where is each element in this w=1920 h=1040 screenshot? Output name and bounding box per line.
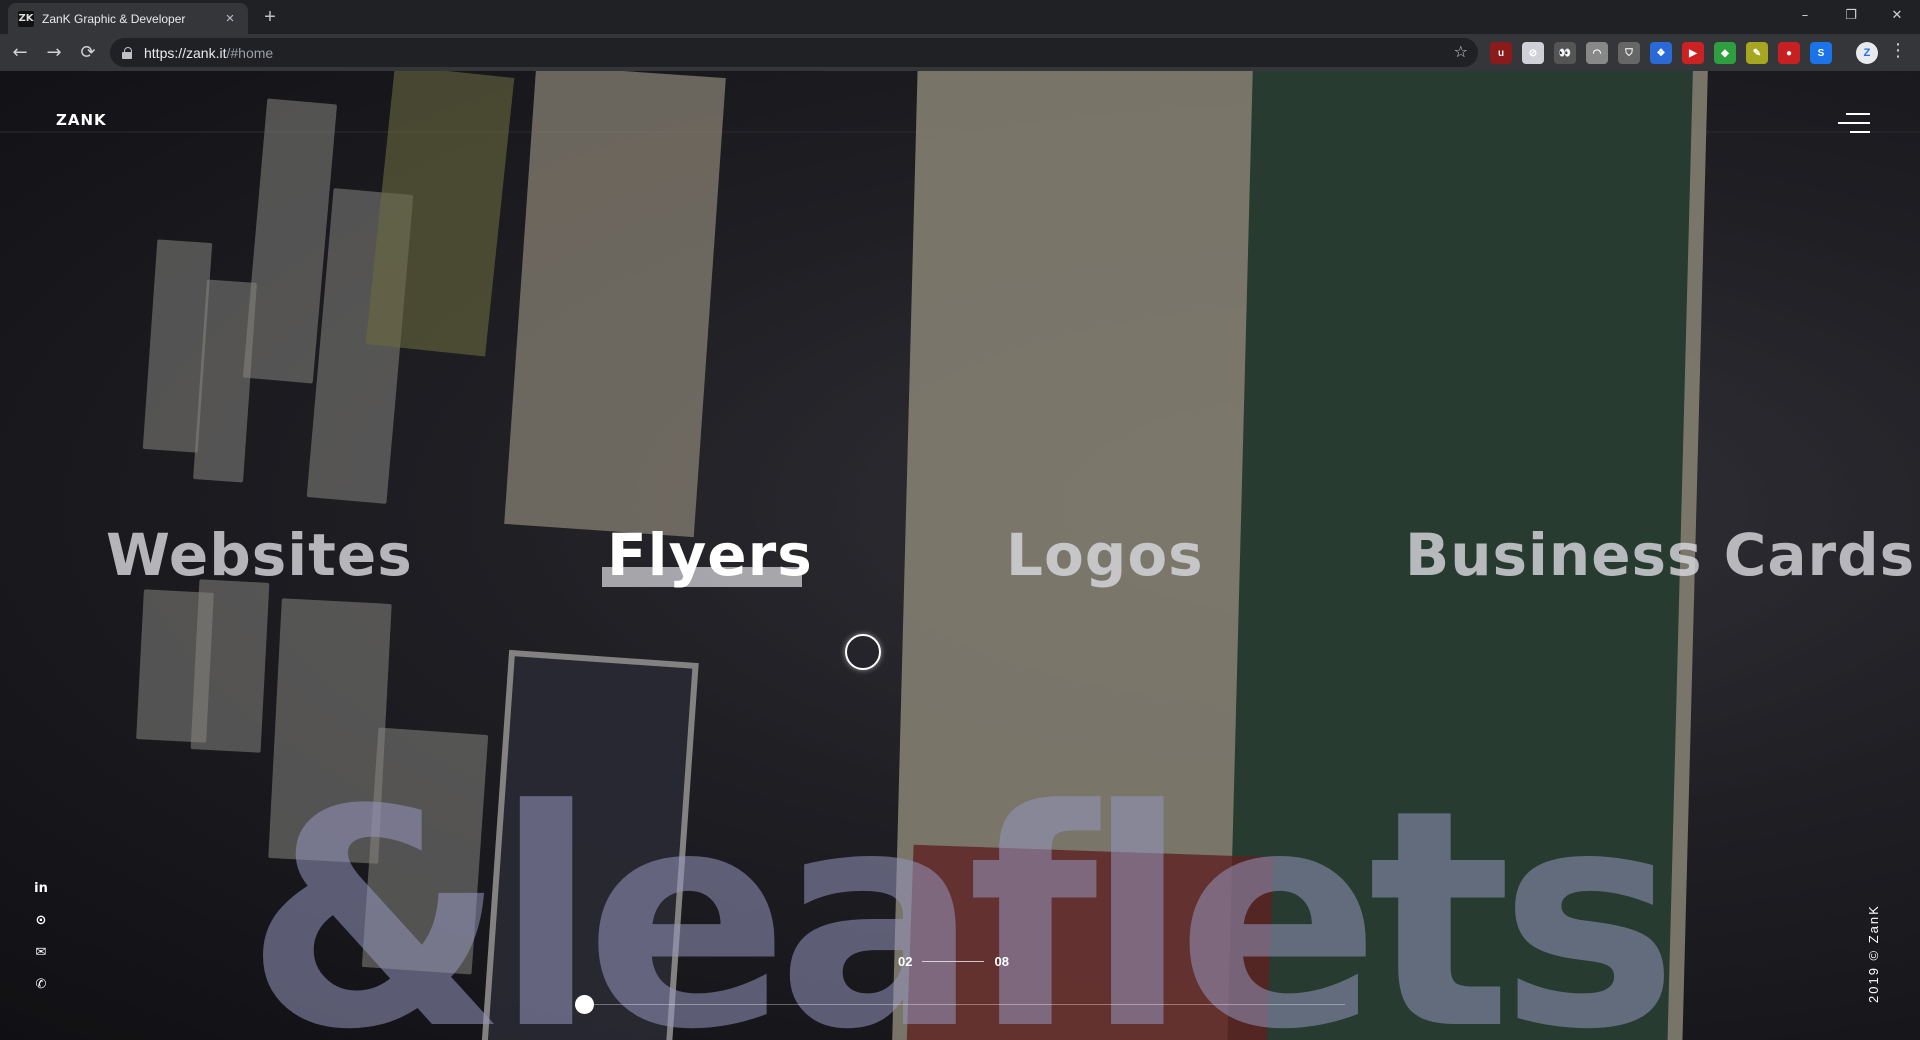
hamburger-menu-icon[interactable] bbox=[1838, 111, 1870, 135]
url-host: https://zank.it bbox=[144, 44, 227, 61]
mail-icon[interactable]: ✉ bbox=[30, 943, 52, 961]
category-business-cards[interactable]: Business Cards bbox=[1405, 521, 1915, 589]
bookmark-star-icon[interactable]: ☆ bbox=[1454, 42, 1468, 61]
s-icon[interactable]: S bbox=[1810, 42, 1832, 64]
social-links: in ⊙ ✉ ✆ bbox=[30, 879, 52, 993]
lock-icon bbox=[122, 46, 134, 59]
category-logos[interactable]: Logos bbox=[1006, 521, 1204, 589]
hamburger-line bbox=[1850, 131, 1870, 133]
address-bar[interactable]: https://zank.it/#home ☆ bbox=[110, 38, 1478, 67]
category-nav: Websites Flyers Logos Business Cards bbox=[0, 521, 1920, 601]
tab-title: ZanK Graphic & Developer bbox=[42, 11, 186, 26]
extensions-bar: u ⊘ 👀 ◠ ⛉ ❖ ▶ ◆ ✎ ● S bbox=[1490, 42, 1832, 64]
back-button[interactable]: ← bbox=[6, 39, 34, 67]
bluebox-icon[interactable]: ❖ bbox=[1650, 42, 1672, 64]
block-icon[interactable]: ⊘ bbox=[1522, 42, 1544, 64]
hero-section: ZANK &leaflets Websites Flyers Logos Bus… bbox=[0, 71, 1920, 1040]
forward-button[interactable]: → bbox=[40, 39, 68, 67]
slide-counter: 02 08 bbox=[898, 954, 1009, 969]
custom-cursor-ring bbox=[845, 634, 881, 670]
tab-close-icon[interactable]: × bbox=[222, 10, 238, 27]
browser-menu-icon[interactable]: ⋮ bbox=[1888, 40, 1908, 61]
url-path: /#home bbox=[226, 44, 274, 61]
category-flyers[interactable]: Flyers bbox=[607, 521, 813, 589]
browser-tab-strip: ZK ZanK Graphic & Developer × + – ❐ ✕ bbox=[0, 0, 1920, 34]
yellow-icon[interactable]: ✎ bbox=[1746, 42, 1768, 64]
browser-tab[interactable]: ZK ZanK Graphic & Developer × bbox=[8, 3, 248, 34]
background-word: &leaflets bbox=[245, 746, 1678, 1040]
github-icon[interactable]: ⊙ bbox=[30, 911, 52, 929]
hamburger-line bbox=[1838, 122, 1870, 124]
copyright-text: 2019 © ZanK bbox=[1866, 904, 1881, 1003]
redflag-icon[interactable]: ▶ bbox=[1682, 42, 1704, 64]
hamburger-line bbox=[1846, 113, 1870, 115]
reload-button[interactable]: ⟳ bbox=[74, 39, 102, 67]
eyes-icon[interactable]: 👀 bbox=[1554, 42, 1576, 64]
slide-total: 08 bbox=[994, 954, 1009, 969]
counter-divider bbox=[922, 961, 985, 962]
slide-progress-handle[interactable] bbox=[575, 995, 594, 1014]
ladybug-icon[interactable]: ● bbox=[1778, 42, 1800, 64]
new-tab-button[interactable]: + bbox=[258, 6, 282, 30]
whatsapp-icon[interactable]: ✆ bbox=[30, 975, 52, 993]
greenleaf-icon[interactable]: ◆ bbox=[1714, 42, 1736, 64]
close-window-button[interactable]: ✕ bbox=[1874, 0, 1920, 30]
linkedin-icon[interactable]: in bbox=[30, 879, 52, 897]
restore-button[interactable]: ❐ bbox=[1828, 0, 1874, 30]
minimize-button[interactable]: – bbox=[1782, 0, 1828, 30]
site-logo[interactable]: ZANK bbox=[56, 111, 107, 129]
window-controls: – ❐ ✕ bbox=[1782, 0, 1920, 30]
arc-icon[interactable]: ◠ bbox=[1586, 42, 1608, 64]
ublock-icon[interactable]: u bbox=[1490, 42, 1512, 64]
zank-favicon-icon: ZK bbox=[18, 10, 34, 27]
category-websites[interactable]: Websites bbox=[106, 521, 413, 589]
profile-avatar[interactable]: Z bbox=[1856, 42, 1878, 64]
slide-progress-track[interactable] bbox=[585, 1004, 1345, 1005]
slide-current: 02 bbox=[898, 954, 913, 969]
shield-icon[interactable]: ⛉ bbox=[1618, 42, 1640, 64]
